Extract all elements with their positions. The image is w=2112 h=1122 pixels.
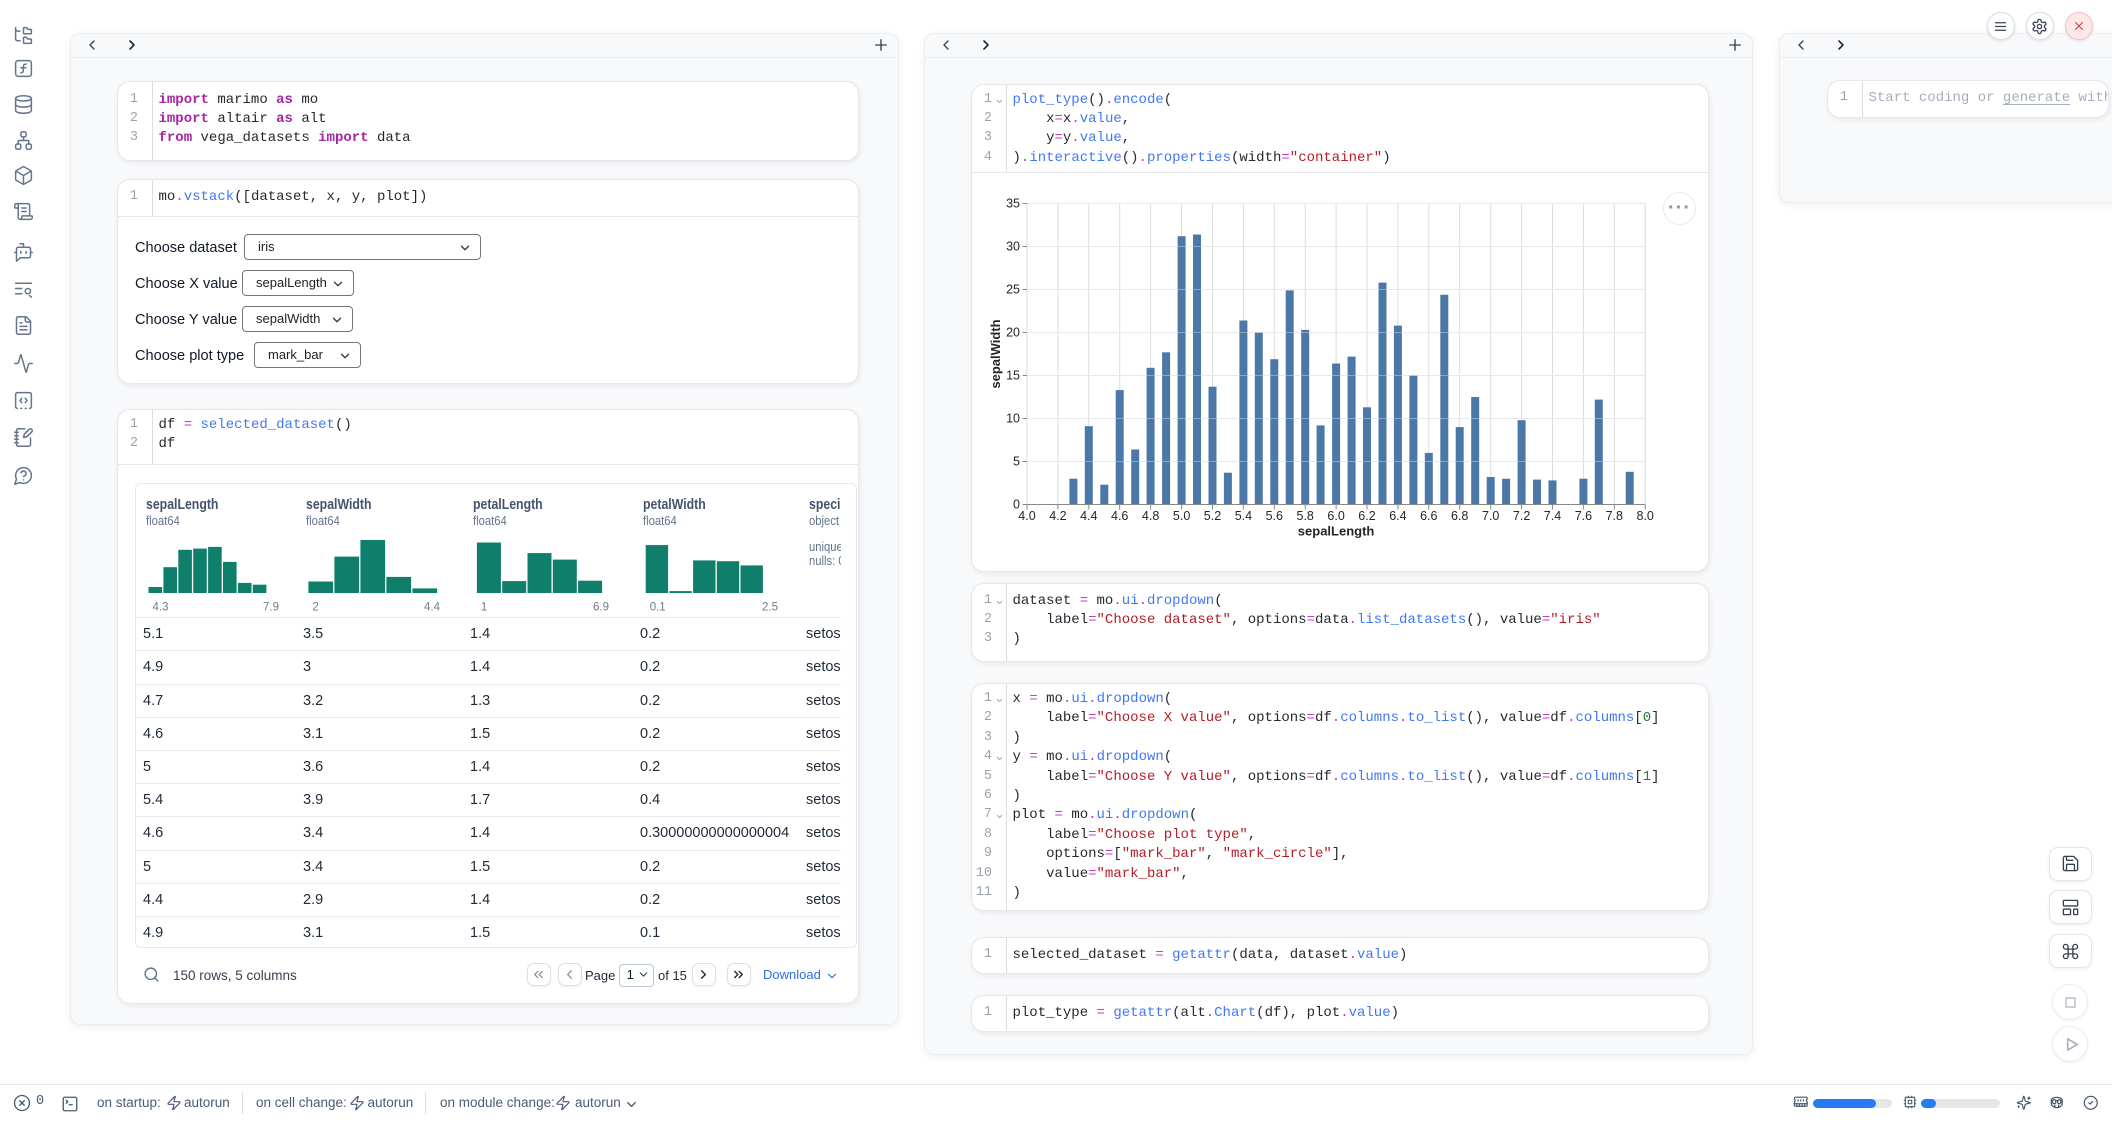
svg-text:6.2: 6.2 (1358, 509, 1375, 523)
svg-text:5.6: 5.6 (1266, 509, 1283, 523)
svg-text:5: 5 (1013, 455, 1020, 469)
svg-text:7.9: 7.9 (263, 602, 279, 614)
svg-text:5.4: 5.4 (1235, 509, 1252, 523)
svg-text:6.8: 6.8 (1451, 509, 1468, 523)
svg-text:25: 25 (1006, 283, 1020, 297)
svg-text:sepalWidth: sepalWidth (988, 319, 1003, 388)
svg-text:7.4: 7.4 (1544, 509, 1561, 523)
svg-text:6.0: 6.0 (1327, 509, 1344, 523)
svg-text:35: 35 (1006, 197, 1020, 211)
svg-text:7.0: 7.0 (1482, 509, 1499, 523)
svg-text:7.6: 7.6 (1575, 509, 1592, 523)
svg-text:8.0: 8.0 (1637, 509, 1654, 523)
svg-text:4.3: 4.3 (153, 602, 169, 614)
svg-text:30: 30 (1006, 240, 1020, 254)
svg-text:7.8: 7.8 (1606, 509, 1623, 523)
svg-text:5.2: 5.2 (1204, 509, 1221, 523)
svg-text:10: 10 (1006, 412, 1020, 426)
svg-text:0.1: 0.1 (650, 602, 666, 614)
svg-text:6.4: 6.4 (1389, 509, 1406, 523)
svg-text:15: 15 (1006, 369, 1020, 383)
svg-text:1: 1 (481, 602, 487, 614)
svg-text:6.9: 6.9 (593, 602, 609, 614)
svg-text:6.6: 6.6 (1420, 509, 1437, 523)
svg-text:4.0: 4.0 (1018, 509, 1035, 523)
svg-text:20: 20 (1006, 326, 1020, 340)
svg-text:2: 2 (312, 602, 318, 614)
svg-text:2.5: 2.5 (762, 602, 778, 614)
svg-text:5.0: 5.0 (1173, 509, 1190, 523)
svg-text:4.4: 4.4 (1080, 509, 1097, 523)
svg-text:4.6: 4.6 (1111, 509, 1128, 523)
svg-text:7.2: 7.2 (1513, 509, 1530, 523)
svg-text:4.4: 4.4 (424, 602, 441, 614)
svg-text:4.2: 4.2 (1049, 509, 1066, 523)
svg-text:sepalLength: sepalLength (1298, 524, 1375, 539)
svg-text:5.8: 5.8 (1297, 509, 1314, 523)
svg-text:4.8: 4.8 (1142, 509, 1159, 523)
